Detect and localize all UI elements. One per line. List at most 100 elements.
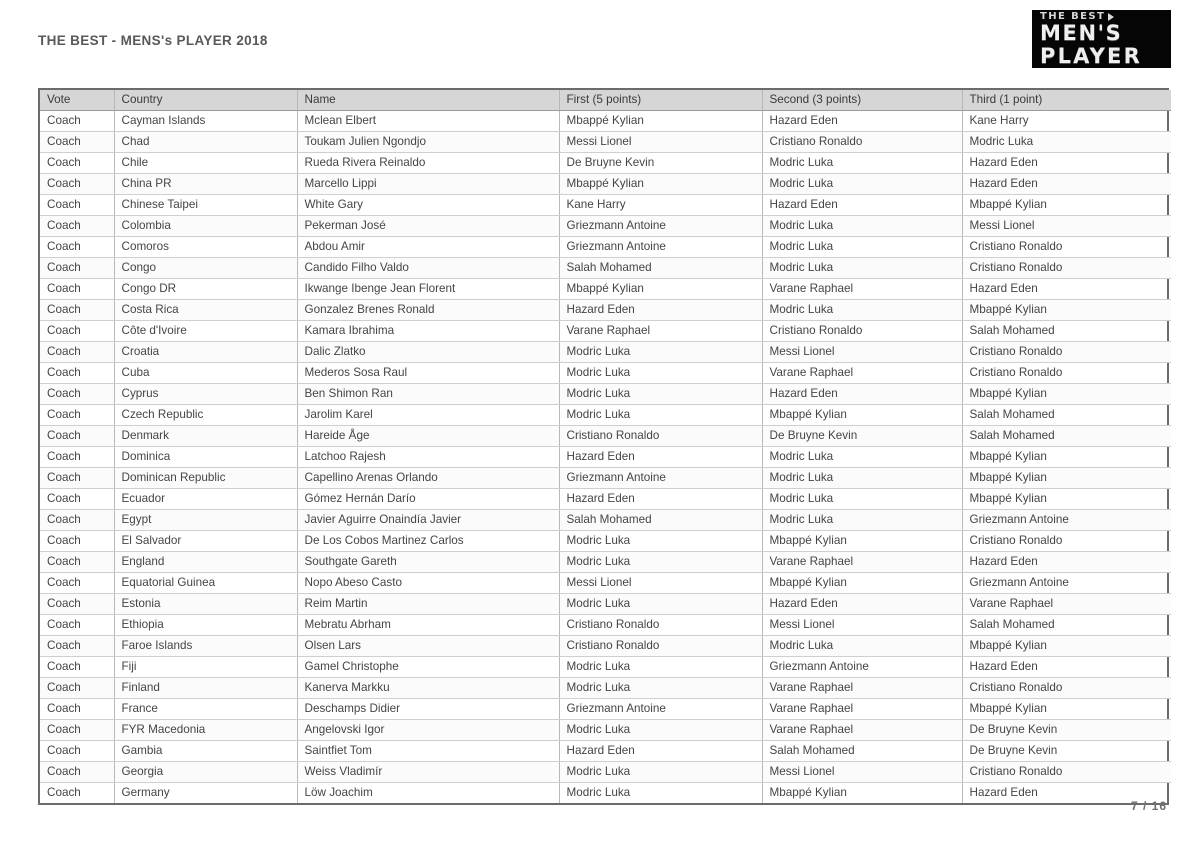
cell-second-vote: Modric Luka (762, 236, 963, 258)
cell-second-vote: Modric Luka (762, 635, 963, 657)
cell-country: Fiji (114, 656, 298, 678)
cell-third-vote: Cristiano Ronaldo (962, 236, 1171, 258)
cell-third-vote: Cristiano Ronaldo (962, 530, 1171, 552)
cell-name: Abdou Amir (297, 236, 560, 258)
cell-third-vote: De Bruyne Kevin (962, 719, 1171, 741)
cell-vote: Coach (40, 656, 115, 678)
cell-third-vote: Hazard Eden (962, 278, 1171, 300)
the-best-mens-player-logo: THE BEST MEN'S PLAYER (1030, 8, 1173, 70)
cell-country: Georgia (114, 761, 298, 783)
cell-country: Congo DR (114, 278, 298, 300)
cell-first-vote: Mbappé Kylian (559, 173, 763, 195)
document-header: THE BEST - MENS's PLAYER 2018 THE BEST M… (0, 0, 1200, 86)
cell-vote: Coach (40, 383, 115, 405)
cell-vote: Coach (40, 152, 115, 174)
cell-first-vote: Griezmann Antoine (559, 467, 763, 489)
table-row: Coach Chile Rueda Rivera Reinaldo De Bruyne… (40, 152, 1171, 174)
column-header-second: Second (3 points) (762, 90, 963, 111)
cell-name: Olsen Lars (297, 635, 560, 657)
cell-third-vote: Hazard Eden (962, 656, 1171, 678)
cell-country: Denmark (114, 425, 298, 447)
cell-country: Faroe Islands (114, 635, 298, 657)
cell-third-vote: Cristiano Ronaldo (962, 362, 1171, 384)
cell-name: Saintfiet Tom (297, 740, 560, 762)
cell-country: China PR (114, 173, 298, 195)
cell-country: Colombia (114, 215, 298, 237)
cell-vote: Coach (40, 719, 115, 741)
cell-first-vote: Salah Mohamed (559, 509, 763, 531)
cell-name: Marcello Lippi (297, 173, 560, 195)
cell-vote: Coach (40, 215, 115, 237)
table-row: Coach Costa Rica Gonzalez Brenes Ronald Haz… (40, 299, 1171, 321)
cell-country: Congo (114, 257, 298, 279)
cell-vote: Coach (40, 761, 115, 783)
cell-first-vote: Cristiano Ronaldo (559, 425, 763, 447)
cell-second-vote: Modric Luka (762, 446, 963, 468)
cell-name: Jarolim Karel (297, 404, 560, 426)
table-row: Coach Faroe Islands Olsen Lars Cristiano Ro… (40, 635, 1171, 657)
table-row: Coach Equatorial Guinea Nopo Abeso Casto Me… (40, 572, 1171, 594)
cell-country: Czech Republic (114, 404, 298, 426)
cell-second-vote: Modric Luka (762, 173, 963, 195)
cell-third-vote: Mbappé Kylian (962, 635, 1171, 657)
cell-third-vote: Cristiano Ronaldo (962, 761, 1171, 783)
cell-third-vote: Mbappé Kylian (962, 299, 1171, 321)
table-row: Coach Comoros Abdou Amir Griezmann Antoine M… (40, 236, 1171, 258)
cell-second-vote: Griezmann Antoine (762, 656, 963, 678)
cell-third-vote: Kane Harry (962, 110, 1171, 132)
cell-name: Toukam Julien Ngondjo (297, 131, 560, 153)
cell-first-vote: Varane Raphael (559, 320, 763, 342)
cell-first-vote: Cristiano Ronaldo (559, 614, 763, 636)
cell-first-vote: Modric Luka (559, 656, 763, 678)
cell-third-vote: Mbappé Kylian (962, 383, 1171, 405)
cell-third-vote: Mbappé Kylian (962, 467, 1171, 489)
cell-second-vote: Hazard Eden (762, 593, 963, 615)
cell-name: Dalic Zlatko (297, 341, 560, 363)
cell-vote: Coach (40, 593, 115, 615)
cell-second-vote: Varane Raphael (762, 362, 963, 384)
cell-third-vote: Modric Luka (962, 131, 1171, 153)
cell-vote: Coach (40, 320, 115, 342)
cell-vote: Coach (40, 404, 115, 426)
cell-vote: Coach (40, 299, 115, 321)
table-header: Vote Country Name First (5 points) Secon… (40, 90, 1171, 111)
cell-name: Gonzalez Brenes Ronald (297, 299, 560, 321)
cell-name: Deschamps Didier (297, 698, 560, 720)
cell-name: Candido Filho Valdo (297, 257, 560, 279)
cell-vote: Coach (40, 677, 115, 699)
cell-vote: Coach (40, 194, 115, 216)
table-row: Coach China PR Marcello Lippi Mbappé Kylian… (40, 173, 1171, 195)
cell-third-vote: Salah Mohamed (962, 320, 1171, 342)
cell-third-vote: Hazard Eden (962, 551, 1171, 573)
cell-third-vote: Salah Mohamed (962, 614, 1171, 636)
cell-second-vote: Modric Luka (762, 257, 963, 279)
cell-second-vote: De Bruyne Kevin (762, 425, 963, 447)
table-row: Coach Gambia Saintfiet Tom Hazard Eden Salah… (40, 740, 1171, 762)
cell-third-vote: De Bruyne Kevin (962, 740, 1171, 762)
cell-vote: Coach (40, 425, 115, 447)
cell-country: Ethiopia (114, 614, 298, 636)
cell-third-vote: Messi Lionel (962, 215, 1171, 237)
table-row: Coach Fiji Gamel Christophe Modric Luka Grie… (40, 656, 1171, 678)
cell-vote: Coach (40, 278, 115, 300)
cell-country: England (114, 551, 298, 573)
cell-vote: Coach (40, 131, 115, 153)
cell-vote: Coach (40, 488, 115, 510)
cell-name: Löw Joachim (297, 782, 560, 803)
cell-country: Costa Rica (114, 299, 298, 321)
cell-second-vote: Modric Luka (762, 509, 963, 531)
cell-first-vote: Modric Luka (559, 677, 763, 699)
cell-second-vote: Salah Mohamed (762, 740, 963, 762)
cell-second-vote: Cristiano Ronaldo (762, 131, 963, 153)
cell-third-vote: Mbappé Kylian (962, 446, 1171, 468)
table-row: Coach Estonia Reim Martin Modric Luka Hazard… (40, 593, 1171, 615)
table-row: Coach Cuba Mederos Sosa Raul Modric Luka Var… (40, 362, 1171, 384)
cell-name: Kamara Ibrahima (297, 320, 560, 342)
table-row: Coach England Southgate Gareth Modric Luka V… (40, 551, 1171, 573)
cell-first-vote: Modric Luka (559, 404, 763, 426)
cell-third-vote: Salah Mohamed (962, 425, 1171, 447)
cell-name: De Los Cobos Martinez Carlos (297, 530, 560, 552)
cell-first-vote: Griezmann Antoine (559, 236, 763, 258)
cell-country: Côte d'Ivoire (114, 320, 298, 342)
cell-vote: Coach (40, 446, 115, 468)
